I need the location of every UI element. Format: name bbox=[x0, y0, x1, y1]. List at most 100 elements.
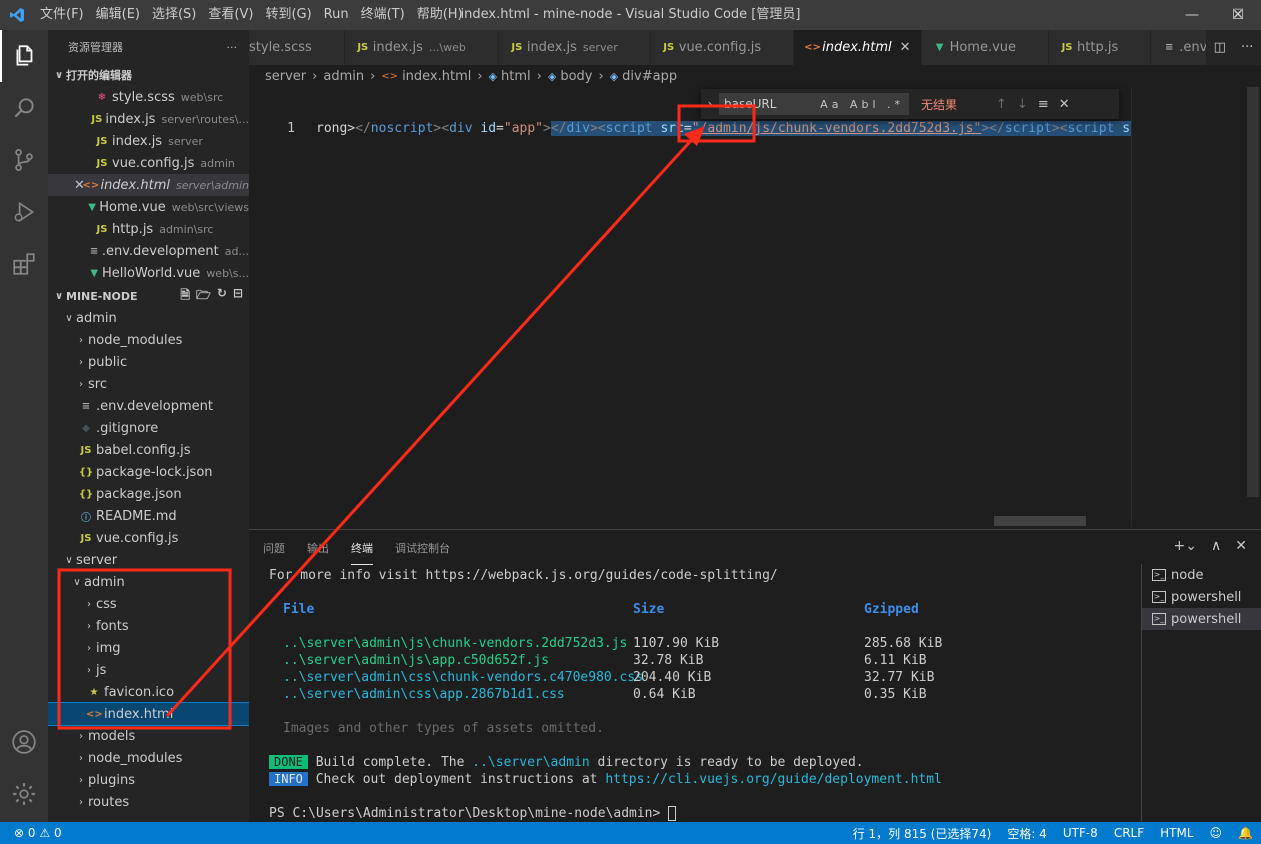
tree-folder[interactable]: › fonts bbox=[48, 615, 249, 637]
tree-folder[interactable]: › public bbox=[48, 351, 249, 373]
editor-tab[interactable]: JS index.js server bbox=[498, 30, 651, 65]
open-editors-header[interactable]: ∨ 打开的编辑器 bbox=[48, 64, 249, 86]
tree-folder[interactable]: › img bbox=[48, 637, 249, 659]
settings-gear-icon[interactable] bbox=[0, 768, 48, 820]
open-editor-item[interactable]: ▼ HelloWorld.vue web\s... bbox=[48, 262, 249, 284]
tree-file[interactable]: ★ favicon.ico bbox=[48, 681, 249, 703]
toggle-replace-chevron-icon[interactable]: › bbox=[701, 97, 719, 111]
tree-folder[interactable]: › node_modules bbox=[48, 329, 249, 351]
tree-file[interactable]: <> index.html bbox=[48, 702, 249, 726]
accounts-icon[interactable] bbox=[0, 716, 48, 768]
cursor-position[interactable]: 行 1，列 815 (已选择74) bbox=[845, 825, 1000, 842]
indentation[interactable]: 空格: 4 bbox=[999, 825, 1055, 842]
menu-help[interactable]: 帮助(H) bbox=[411, 0, 469, 30]
tree-folder-server-admin[interactable]: ∨ admin bbox=[48, 571, 249, 593]
breadcrumb-server[interactable]: server bbox=[265, 69, 306, 84]
open-editor-item[interactable]: JS index.js server bbox=[48, 130, 249, 152]
terminal-instance[interactable]: >_ powershell bbox=[1142, 586, 1261, 608]
search-icon[interactable] bbox=[0, 82, 48, 134]
close-tab-icon[interactable]: ✕ bbox=[900, 40, 911, 55]
tree-folder[interactable]: › node_modules bbox=[48, 747, 249, 769]
tree-folder-server[interactable]: ∨ server bbox=[48, 549, 249, 571]
next-match-icon[interactable]: ↓ bbox=[1017, 97, 1028, 112]
horizontal-scrollbar[interactable] bbox=[994, 516, 1086, 526]
editor-tab[interactable]: ▼ Home.vue bbox=[921, 30, 1050, 65]
run-debug-icon[interactable] bbox=[0, 186, 48, 238]
find-options[interactable]: Aa Abl .* bbox=[820, 98, 908, 111]
open-editor-item[interactable]: ✕ <> index.html server\admin bbox=[48, 174, 249, 196]
language-mode[interactable]: HTML bbox=[1152, 826, 1201, 840]
tree-file[interactable]: JS vue.config.js bbox=[48, 527, 249, 549]
open-editor-item[interactable]: JS index.js server\routes\... bbox=[48, 108, 249, 130]
tree-file[interactable]: {} package-lock.json bbox=[48, 461, 249, 483]
terminal-instance[interactable]: >_ powershell bbox=[1142, 608, 1261, 630]
more-actions-icon[interactable]: ··· bbox=[227, 41, 238, 54]
open-editor-item[interactable]: JS vue.config.js admin bbox=[48, 152, 249, 174]
menu-run[interactable]: Run bbox=[318, 0, 355, 30]
feedback-icon[interactable]: ☺ bbox=[1202, 826, 1231, 840]
problems-status[interactable]: ⊗ 0 ⚠ 0 bbox=[0, 826, 70, 840]
line-ending[interactable]: CRLF bbox=[1106, 826, 1152, 840]
tree-file[interactable]: JS babel.config.js bbox=[48, 439, 249, 461]
new-terminal-icon[interactable]: +⌄ bbox=[1174, 538, 1197, 554]
tree-folder[interactable]: › plugins bbox=[48, 769, 249, 791]
more-actions-icon[interactable]: ··· bbox=[1241, 40, 1253, 55]
tree-file[interactable]: ◆ .gitignore bbox=[48, 417, 249, 439]
menu-terminal[interactable]: 终端(T) bbox=[355, 0, 411, 30]
menu-file[interactable]: 文件(F) bbox=[34, 0, 90, 30]
previous-match-icon[interactable]: ↑ bbox=[996, 97, 1007, 112]
tree-folder[interactable]: › routes bbox=[48, 791, 249, 813]
breadcrumb-body[interactable]: body bbox=[560, 69, 592, 84]
terminal-prompt[interactable]: PS C:\Users\Administrator\Desktop\mine-n… bbox=[269, 806, 677, 821]
tree-folder[interactable]: › js bbox=[48, 659, 249, 681]
refresh-icon[interactable]: ↻ bbox=[217, 286, 227, 307]
open-editor-item[interactable]: ▼ Home.vue web\src\views bbox=[48, 196, 249, 218]
tree-file[interactable]: {} package.json bbox=[48, 483, 249, 505]
breadcrumb-html[interactable]: html bbox=[501, 69, 531, 84]
breadcrumb-div-app[interactable]: div#app bbox=[622, 69, 677, 84]
tab-terminal[interactable]: 终端 bbox=[351, 532, 373, 565]
encoding[interactable]: UTF-8 bbox=[1055, 826, 1106, 840]
minimap[interactable] bbox=[1131, 87, 1261, 527]
close-panel-icon[interactable]: ✕ bbox=[1235, 538, 1247, 554]
vertical-scrollbar[interactable] bbox=[1247, 87, 1259, 497]
tree-folder[interactable]: › src bbox=[48, 373, 249, 395]
split-editor-icon[interactable]: ◫ bbox=[1214, 40, 1226, 55]
find-in-selection-icon[interactable]: ≡ bbox=[1038, 97, 1049, 112]
editor-tab[interactable]: JS vue.config.js bbox=[650, 30, 795, 65]
terminal-output[interactable]: For more info visit https://webpack.js.o… bbox=[269, 566, 1139, 821]
open-editor-item[interactable]: ❄ style.scss web\src bbox=[48, 86, 249, 108]
open-editor-item[interactable]: JS http.js admin\src bbox=[48, 218, 249, 240]
menu-edit[interactable]: 编辑(E) bbox=[90, 0, 146, 30]
minimize-hit[interactable] bbox=[1169, 0, 1215, 30]
tree-folder-admin[interactable]: ∨ admin bbox=[48, 307, 249, 329]
terminal-link[interactable]: https://cli.vuejs.org/guide/deployment.h… bbox=[605, 772, 942, 787]
find-input[interactable]: baseURL Aa Abl .* bbox=[719, 93, 909, 115]
collapse-all-icon[interactable]: ⊟ bbox=[233, 286, 243, 307]
tree-folder[interactable]: › models bbox=[48, 725, 249, 747]
menu-go[interactable]: 转到(G) bbox=[259, 0, 317, 30]
new-file-icon[interactable]: 🗎 bbox=[180, 286, 190, 307]
menu-selection[interactable]: 选择(S) bbox=[146, 0, 202, 30]
project-header[interactable]: ∨ MINE-NODE 🗎 🗁 ↻ ⊟ bbox=[48, 285, 249, 307]
close-find-icon[interactable]: ✕ bbox=[1059, 97, 1070, 112]
code-line[interactable]: rong></noscript><div id="app"></div><scr… bbox=[316, 121, 1146, 136]
explorer-icon[interactable] bbox=[0, 30, 48, 82]
maximize-panel-icon[interactable]: ∧ bbox=[1211, 538, 1221, 554]
open-editor-item[interactable]: ≡ .env.development ad... bbox=[48, 240, 249, 262]
source-control-icon[interactable] bbox=[0, 134, 48, 186]
code-editor[interactable]: 1 rong></noscript><div id="app"></div><s… bbox=[249, 87, 1261, 527]
editor-tab[interactable]: JS http.js bbox=[1049, 30, 1152, 65]
tree-file[interactable]: ⓘ README.md bbox=[48, 505, 249, 527]
breadcrumb-admin[interactable]: admin bbox=[323, 69, 364, 84]
new-folder-icon[interactable]: 🗁 bbox=[196, 286, 211, 307]
close-editor-icon[interactable]: ✕ bbox=[74, 178, 85, 193]
editor-tab[interactable]: style.scss bbox=[249, 30, 345, 65]
tab-problems[interactable]: 问题 bbox=[263, 532, 285, 564]
editor-tab[interactable]: JS index.js ...\web bbox=[344, 30, 499, 65]
tree-folder[interactable]: › css bbox=[48, 593, 249, 615]
tree-file[interactable]: ≡ .env.development bbox=[48, 395, 249, 417]
menu-view[interactable]: 查看(V) bbox=[202, 0, 259, 30]
breadcrumb-file[interactable]: index.html bbox=[402, 69, 471, 84]
editor-tab[interactable]: <> index.html ✕ bbox=[794, 30, 922, 65]
